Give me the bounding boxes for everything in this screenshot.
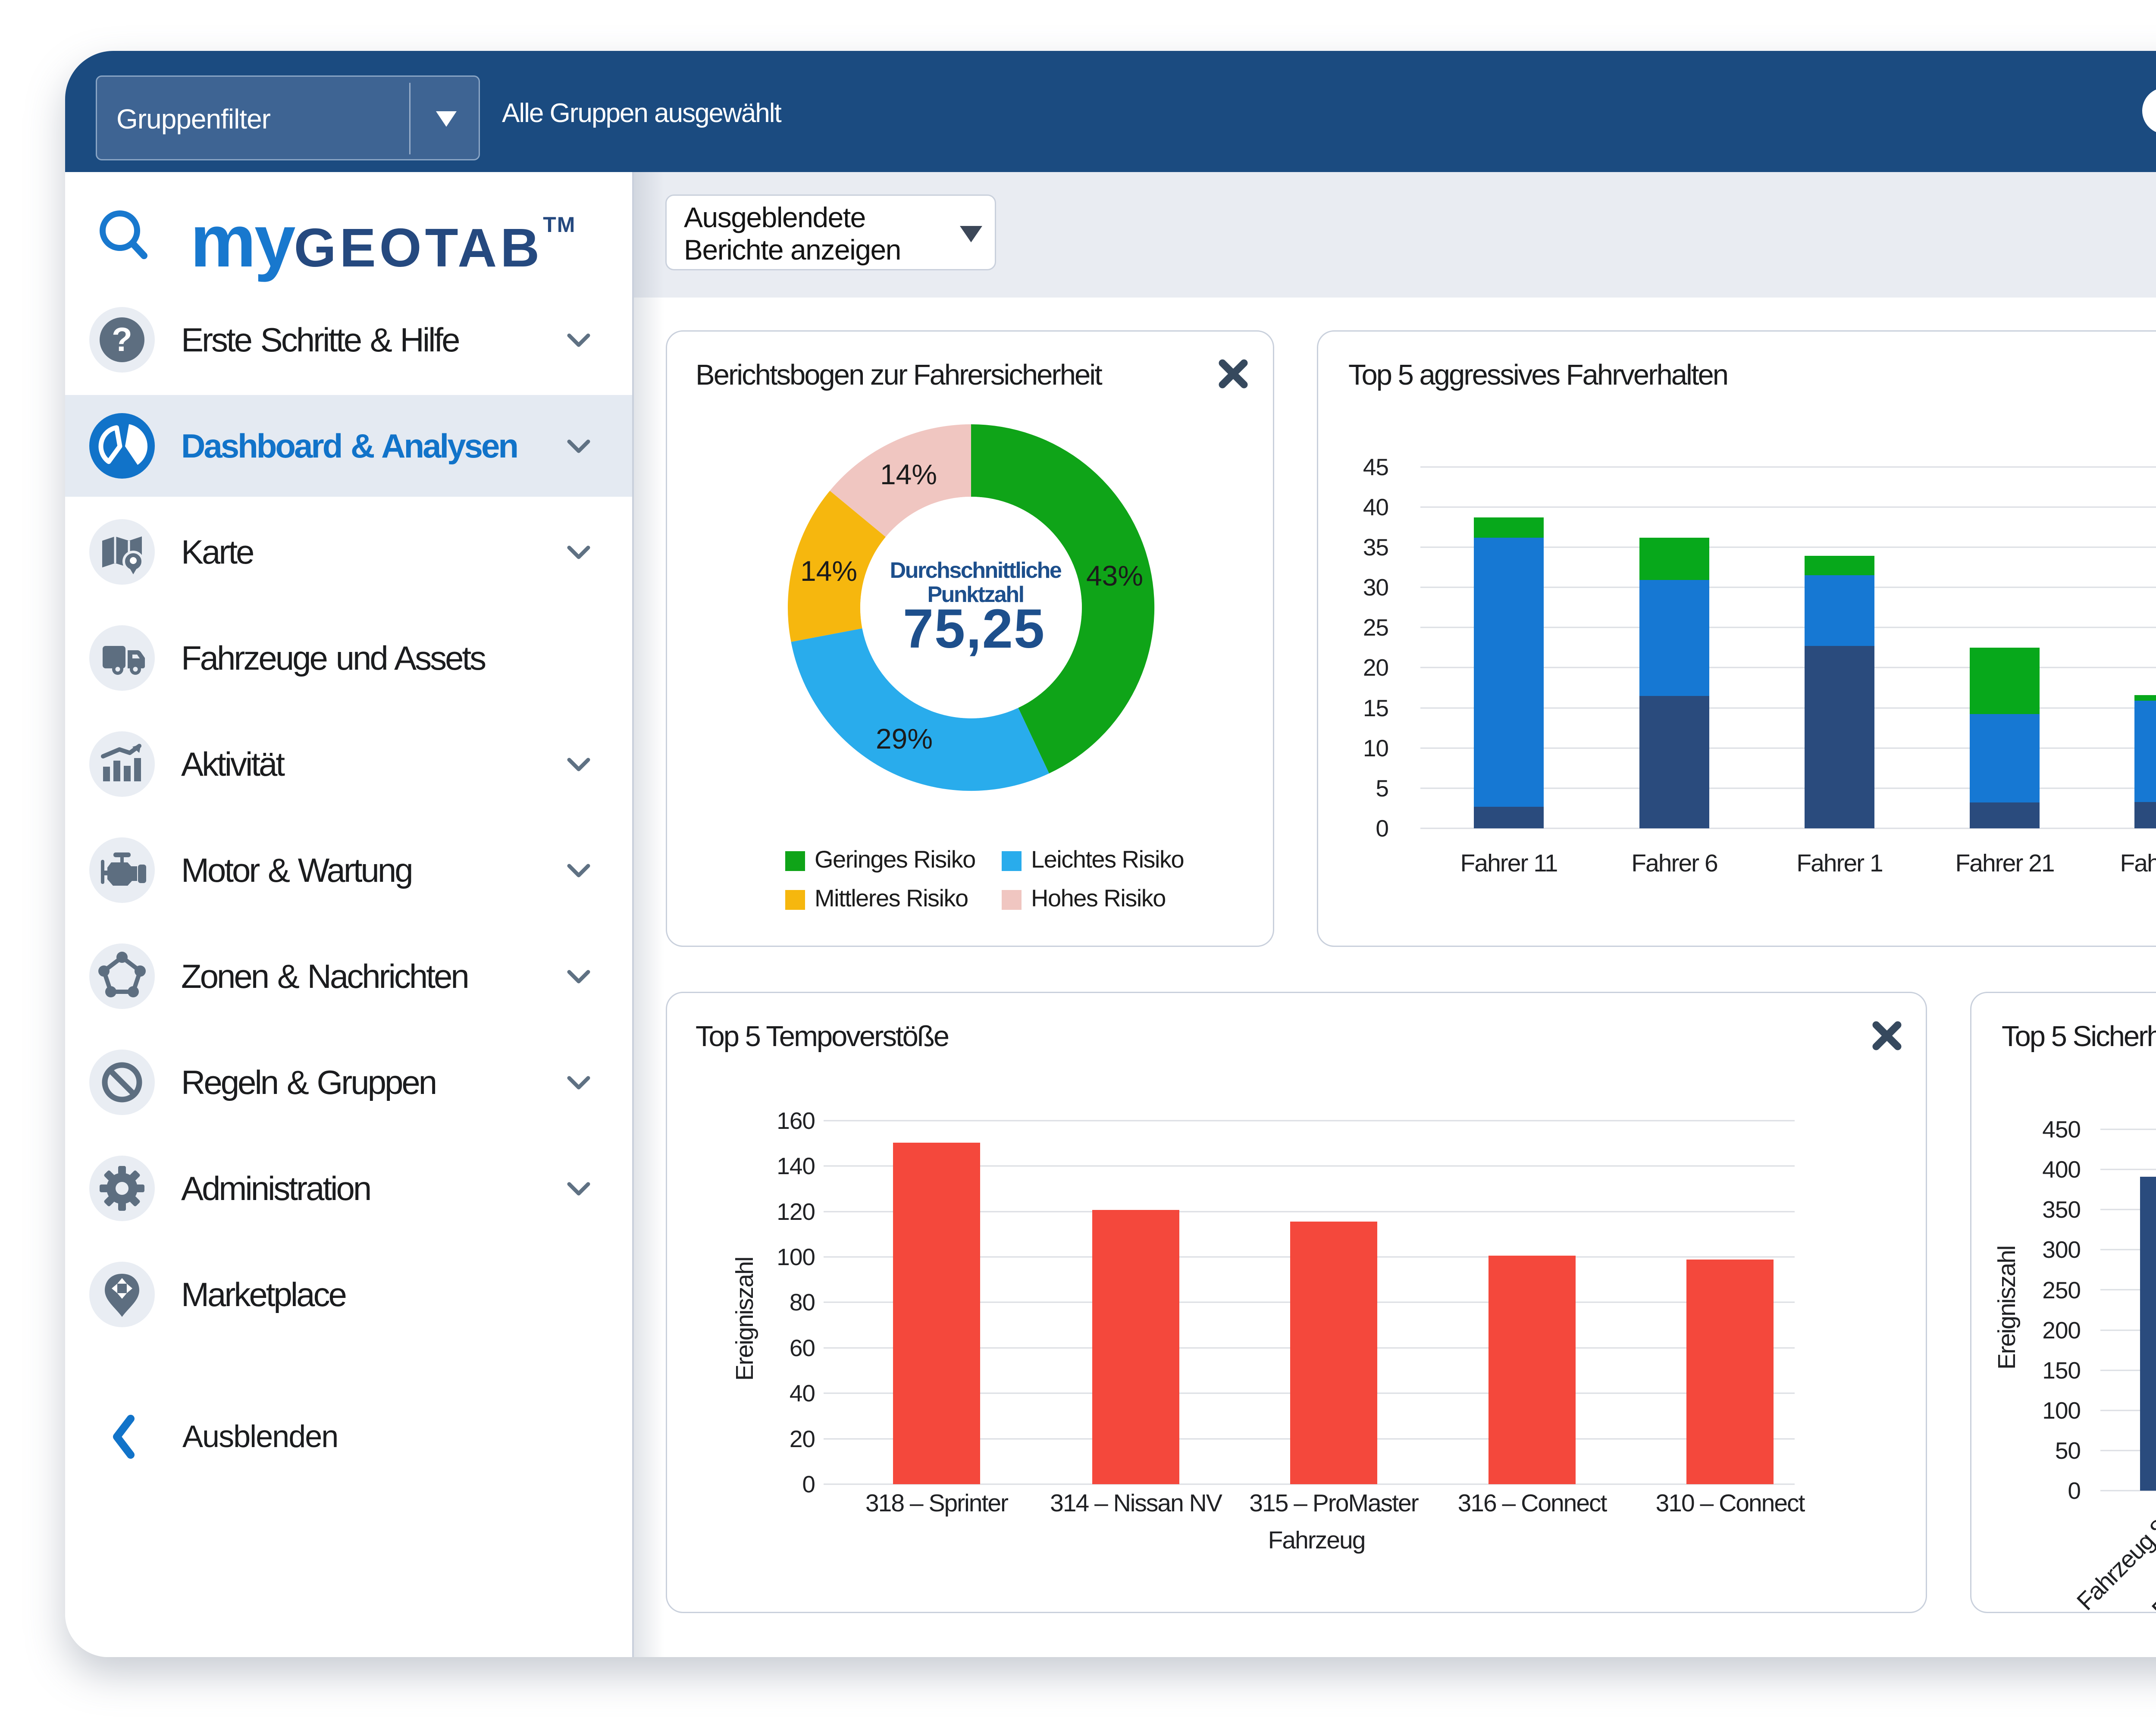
svg-text:Fahrer 11: Fahrer 11 bbox=[1460, 849, 1557, 877]
svg-text:20: 20 bbox=[790, 1426, 815, 1452]
svg-text:75,25: 75,25 bbox=[903, 598, 1045, 660]
svg-text:120: 120 bbox=[777, 1198, 815, 1225]
svg-text:Durchschnittliche: Durchschnittliche bbox=[890, 558, 1062, 583]
svg-text:Geringes Risiko: Geringes Risiko bbox=[815, 846, 975, 873]
svg-text:200: 200 bbox=[2042, 1317, 2081, 1344]
svg-text:15: 15 bbox=[1363, 695, 1388, 721]
svg-text:40: 40 bbox=[790, 1380, 815, 1407]
svg-text:Ereigniszahl: Ereigniszahl bbox=[1993, 1246, 2021, 1370]
svg-text:Hohes Risiko: Hohes Risiko bbox=[1031, 884, 1166, 912]
svg-text:0: 0 bbox=[802, 1471, 815, 1498]
svg-text:Mittleres Risiko: Mittleres Risiko bbox=[815, 884, 968, 912]
svg-text:60: 60 bbox=[790, 1335, 815, 1361]
svg-text:Fahrzeug: Fahrzeug bbox=[1268, 1526, 1365, 1554]
svg-text:310 – Connect: 310 – Connect bbox=[1656, 1489, 1805, 1517]
svg-text:35: 35 bbox=[1363, 534, 1388, 561]
svg-text:?: ? bbox=[112, 320, 132, 358]
svg-text:318 – Sprinter: 318 – Sprinter bbox=[865, 1489, 1009, 1517]
svg-text:140: 140 bbox=[777, 1153, 815, 1179]
svg-text:300: 300 bbox=[2042, 1236, 2081, 1263]
svg-text:Fahrer 1: Fahrer 1 bbox=[1796, 849, 1882, 877]
svg-text:150: 150 bbox=[2042, 1357, 2081, 1384]
svg-text:100: 100 bbox=[777, 1244, 815, 1270]
svg-text:160: 160 bbox=[777, 1107, 815, 1134]
svg-text:80: 80 bbox=[790, 1289, 815, 1316]
svg-text:40: 40 bbox=[1363, 494, 1388, 520]
svg-text:Fahrzeug 8: Fahrzeug 8 bbox=[2071, 1514, 2156, 1614]
svg-text:30: 30 bbox=[1363, 574, 1388, 601]
svg-text:14%: 14% bbox=[800, 555, 857, 587]
svg-text:0: 0 bbox=[1376, 815, 1388, 842]
svg-text:250: 250 bbox=[2042, 1277, 2081, 1304]
svg-text:Fahrer 21: Fahrer 21 bbox=[1955, 849, 2054, 877]
svg-text:45: 45 bbox=[1363, 454, 1388, 480]
svg-text:5: 5 bbox=[1376, 775, 1388, 802]
svg-text:316 – Connect: 316 – Connect bbox=[1458, 1489, 1608, 1517]
svg-text:Fahrer 6: Fahrer 6 bbox=[1631, 849, 1717, 877]
svg-text:14%: 14% bbox=[880, 458, 937, 490]
svg-text:29%: 29% bbox=[876, 723, 933, 755]
svg-text:25: 25 bbox=[1363, 614, 1388, 641]
svg-text:100: 100 bbox=[2042, 1397, 2081, 1424]
svg-text:10: 10 bbox=[1363, 735, 1388, 761]
svg-text:Ereigniszahl: Ereigniszahl bbox=[731, 1257, 758, 1381]
svg-text:0: 0 bbox=[2068, 1477, 2081, 1504]
svg-text:400: 400 bbox=[2042, 1156, 2081, 1183]
svg-text:20: 20 bbox=[1363, 654, 1388, 681]
svg-text:314 – Nissan NV: 314 – Nissan NV bbox=[1050, 1489, 1222, 1517]
svg-text:350: 350 bbox=[2042, 1196, 2081, 1223]
svg-text:50: 50 bbox=[2055, 1437, 2081, 1464]
svg-text:Leichtes Risiko: Leichtes Risiko bbox=[1031, 846, 1184, 873]
svg-text:Fahrer 18: Fahrer 18 bbox=[2120, 849, 2156, 877]
svg-text:315 – ProMaster: 315 – ProMaster bbox=[1249, 1489, 1419, 1517]
svg-text:450: 450 bbox=[2042, 1116, 2081, 1143]
svg-text:43%: 43% bbox=[1086, 560, 1143, 592]
